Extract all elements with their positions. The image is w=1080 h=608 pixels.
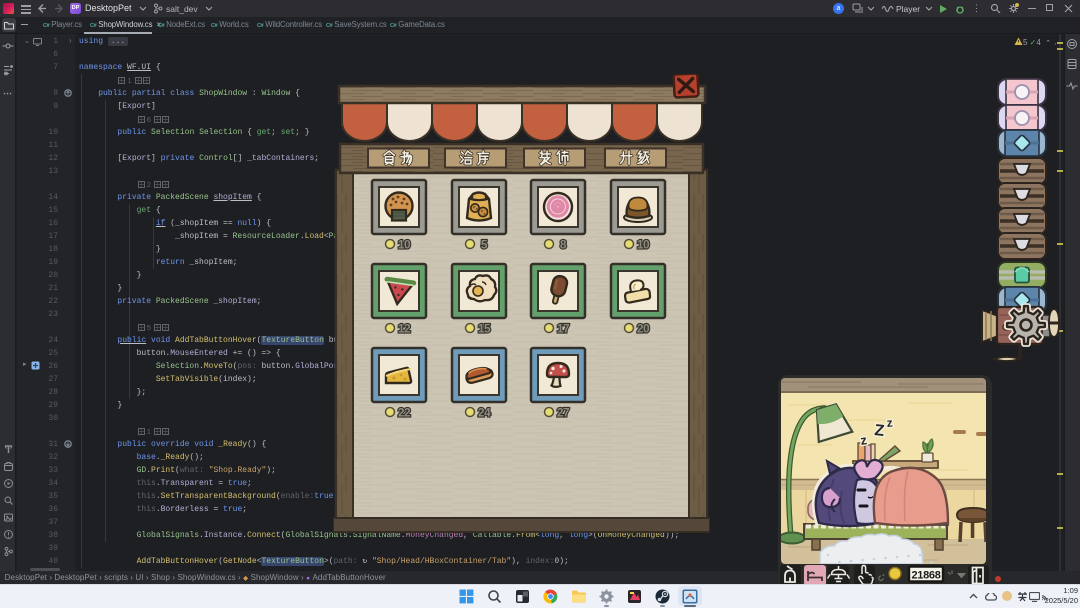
svg-text:15: 15 bbox=[478, 322, 491, 336]
svg-text:10: 10 bbox=[637, 238, 650, 252]
svg-text:24: 24 bbox=[478, 406, 491, 420]
svg-text:z: z bbox=[886, 416, 893, 430]
svg-text:Z: Z bbox=[874, 422, 886, 440]
svg-text:22: 22 bbox=[398, 406, 411, 420]
svg-text:27: 27 bbox=[557, 406, 570, 420]
svg-text:17: 17 bbox=[557, 322, 570, 336]
svg-text:5: 5 bbox=[481, 238, 488, 252]
svg-text:10: 10 bbox=[398, 238, 411, 252]
svg-text:8: 8 bbox=[560, 238, 567, 252]
svg-text:12: 12 bbox=[398, 322, 411, 336]
svg-text:21868: 21868 bbox=[911, 570, 940, 582]
svg-text:20: 20 bbox=[637, 322, 650, 336]
